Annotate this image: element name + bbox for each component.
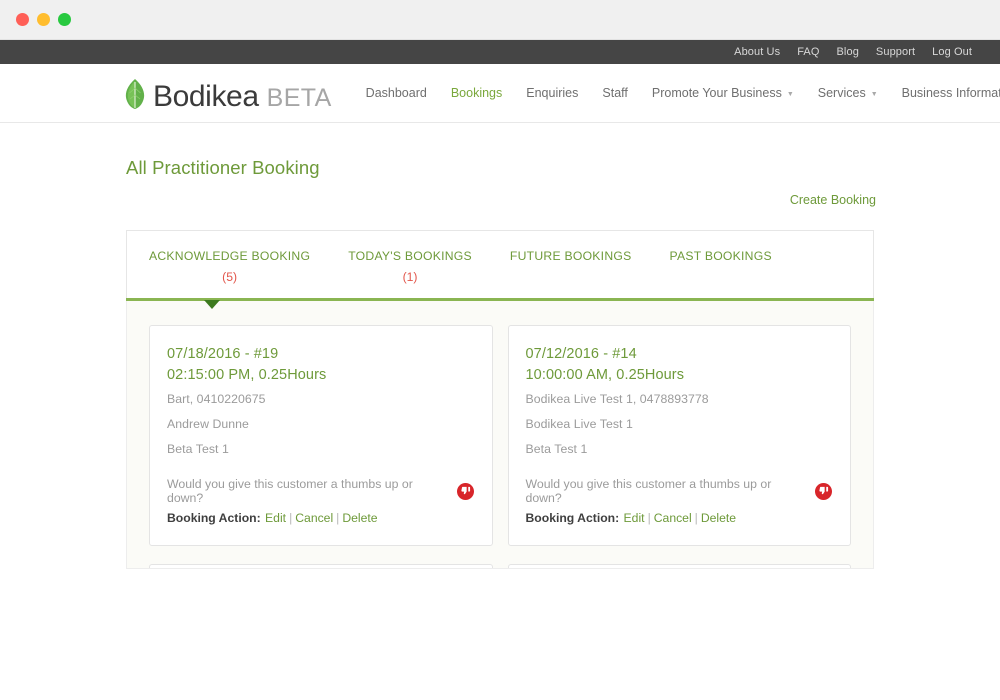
maximize-window-button[interactable] [58, 13, 71, 26]
tab-future-bookings[interactable]: FUTURE BOOKINGS [510, 249, 632, 284]
rating-question: Would you give this customer a thumbs up… [167, 477, 448, 505]
topbar-link-log-out[interactable]: Log Out [932, 46, 972, 58]
nav-item-enquiries[interactable]: Enquiries [526, 86, 578, 100]
main-navigation: Dashboard Bookings Enquiries Staff Promo… [366, 86, 1000, 100]
action-separator: | [289, 511, 292, 525]
booking-rating-row: Would you give this customer a thumbs up… [167, 477, 474, 505]
booking-action-cancel[interactable]: Cancel [654, 511, 692, 525]
action-separator: | [648, 511, 651, 525]
top-utility-bar: About Us FAQ Blog Support Log Out [0, 40, 1000, 64]
topbar-link-support[interactable]: Support [876, 46, 915, 58]
booking-practitioner: Andrew Dunne [167, 417, 474, 431]
nav-item-dashboard[interactable]: Dashboard [366, 86, 427, 100]
tab-todays-bookings[interactable]: TODAY'S BOOKINGS (1) [348, 249, 472, 284]
booking-actions-label: Booking Action: [167, 511, 261, 525]
nav-item-bookings[interactable]: Bookings [451, 86, 502, 100]
booking-actions-label: Booking Action: [526, 511, 620, 525]
nav-label-staff: Staff [602, 86, 627, 100]
window-chrome [0, 0, 1000, 40]
create-booking-link[interactable]: Create Booking [790, 193, 876, 207]
tab-past-bookings[interactable]: PAST BOOKINGS [669, 249, 771, 284]
bookings-tabs-container: ACKNOWLEDGE BOOKING (5) TODAY'S BOOKINGS… [126, 230, 874, 298]
brand-name: Bodikea [153, 80, 259, 114]
leaf-icon [122, 77, 148, 111]
topbar-link-about-us[interactable]: About Us [734, 46, 780, 58]
booking-time: 02:15:00 PM, 0.25Hours [167, 365, 474, 386]
action-separator: | [336, 511, 339, 525]
topbar-link-blog[interactable]: Blog [837, 46, 859, 58]
booking-rating-row: Would you give this customer a thumbs up… [526, 477, 833, 505]
nav-item-staff[interactable]: Staff [602, 86, 627, 100]
tab-count-acknowledge-booking: (5) [149, 270, 310, 284]
booking-date: 07/18/2016 - #19 [167, 343, 474, 365]
booking-action-delete[interactable]: Delete [701, 511, 736, 525]
close-window-button[interactable] [16, 13, 29, 26]
booking-action-edit[interactable]: Edit [265, 511, 286, 525]
nav-label-services: Services [818, 86, 866, 100]
booking-service: Beta Test 1 [526, 442, 833, 456]
page-title: All Practitioner Booking [0, 123, 1000, 179]
nav-item-promote-your-business[interactable]: Promote Your Business ▼ [652, 86, 794, 100]
brand-logo-link[interactable]: Bodikea BETA [122, 73, 332, 114]
booking-practitioner: Bodikea Live Test 1 [526, 417, 833, 431]
thumbs-down-icon[interactable] [457, 483, 474, 500]
tab-label-todays-bookings: TODAY'S BOOKINGS [348, 249, 472, 263]
site-header: Bodikea BETA Dashboard Bookings Enquirie… [0, 64, 1000, 123]
nav-label-promote-your-business: Promote Your Business [652, 86, 782, 100]
tab-label-future-bookings: FUTURE BOOKINGS [510, 249, 632, 263]
tab-label-past-bookings: PAST BOOKINGS [669, 249, 771, 263]
chevron-down-icon: ▼ [787, 91, 794, 98]
booking-card[interactable]: 07/12/2016 - #14 10:00:00 AM, 0.25Hours … [508, 325, 852, 546]
chevron-down-icon: ▼ [871, 91, 878, 98]
booking-action-cancel[interactable]: Cancel [295, 511, 333, 525]
nav-label-business-information: Business Information [902, 86, 1000, 100]
active-tab-pointer-icon [204, 300, 220, 309]
booking-service: Beta Test 1 [167, 442, 474, 456]
booking-actions-row: Booking Action: Edit|Cancel|Delete [526, 511, 833, 525]
nav-item-business-information[interactable]: Business Information ▼ [902, 86, 1000, 100]
bookings-tabs: ACKNOWLEDGE BOOKING (5) TODAY'S BOOKINGS… [127, 231, 873, 298]
thumbs-down-icon[interactable] [815, 483, 832, 500]
booking-customer: Bodikea Live Test 1, 0478893778 [526, 392, 833, 406]
booking-customer: Bart, 0410220675 [167, 392, 474, 406]
booking-card[interactable]: 07/12/2016 - #17 03:15:00 PM, 0.25Hours … [508, 564, 852, 569]
bookings-list-region: 07/18/2016 - #19 02:15:00 PM, 0.25Hours … [126, 301, 874, 569]
topbar-link-faq[interactable]: FAQ [797, 46, 819, 58]
nav-label-enquiries: Enquiries [526, 86, 578, 100]
active-tab-underline [126, 298, 874, 301]
tab-acknowledge-booking[interactable]: ACKNOWLEDGE BOOKING (5) [149, 249, 310, 284]
rating-question: Would you give this customer a thumbs up… [526, 477, 807, 505]
traffic-lights [16, 13, 71, 26]
action-separator: | [695, 511, 698, 525]
brand-beta-label: BETA [267, 84, 332, 113]
booking-actions-row: Booking Action: Edit|Cancel|Delete [167, 511, 474, 525]
booking-date: 07/12/2016 - #14 [526, 343, 833, 365]
booking-action-edit[interactable]: Edit [624, 511, 645, 525]
booking-card[interactable]: 07/12/2016 - #15 10:00:00 AM, 0.25Hours … [149, 564, 493, 569]
nav-label-dashboard: Dashboard [366, 86, 427, 100]
booking-time: 10:00:00 AM, 0.25Hours [526, 365, 833, 386]
nav-label-bookings: Bookings [451, 86, 502, 100]
tab-count-todays-bookings: (1) [348, 270, 472, 284]
booking-action-delete[interactable]: Delete [342, 511, 377, 525]
page-body: All Practitioner Booking Create Booking … [0, 123, 1000, 699]
nav-item-services[interactable]: Services ▼ [818, 86, 878, 100]
create-booking-row: Create Booking [0, 191, 1000, 209]
booking-card[interactable]: 07/18/2016 - #19 02:15:00 PM, 0.25Hours … [149, 325, 493, 546]
tab-label-acknowledge-booking: ACKNOWLEDGE BOOKING [149, 249, 310, 263]
bookings-card-grid: 07/18/2016 - #19 02:15:00 PM, 0.25Hours … [149, 325, 851, 569]
minimize-window-button[interactable] [37, 13, 50, 26]
